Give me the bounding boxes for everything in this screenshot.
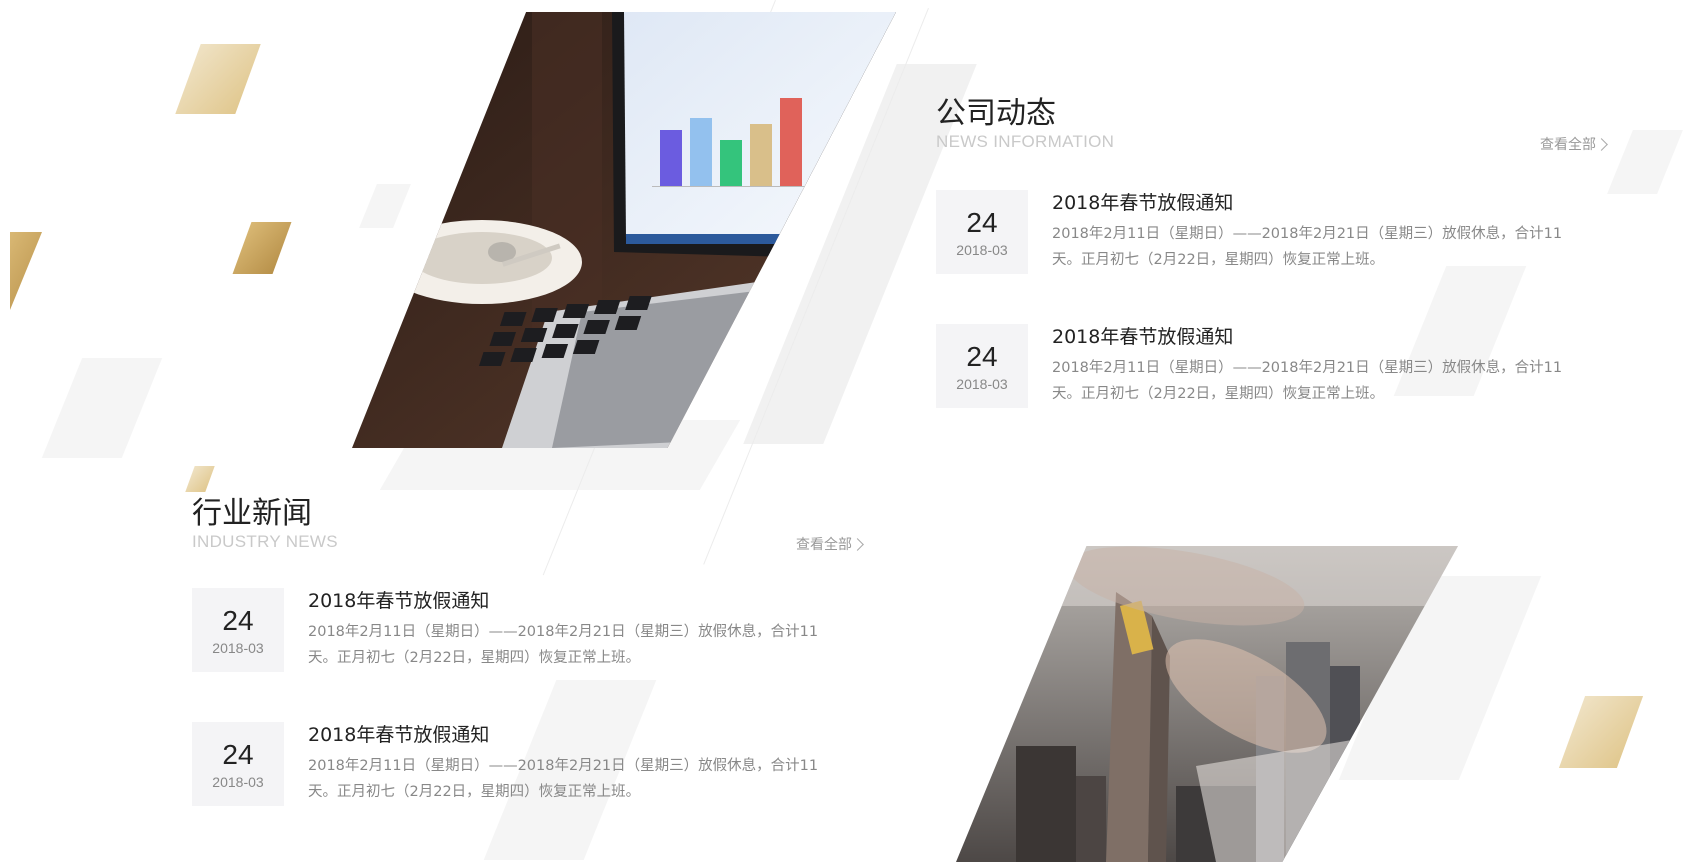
- news-body: 2018年春节放假通知 2018年2月11日（星期日）——2018年2月21日（…: [1052, 324, 1576, 408]
- view-all-label: 查看全部: [796, 537, 852, 553]
- chevron-right-icon: [851, 537, 864, 551]
- news-title-link[interactable]: 2018年春节放假通知: [1052, 190, 1576, 216]
- date-month: 2018-03: [956, 241, 1008, 258]
- decor-grey-parallelogram: [41, 358, 163, 458]
- date-day: 24: [222, 738, 254, 770]
- date-month: 2018-03: [956, 375, 1008, 392]
- industry-news-item[interactable]: 24 2018-03 2018年春节放假通知 2018年2月11日（星期日）——…: [192, 588, 832, 672]
- company-news-item[interactable]: 24 2018-03 2018年春节放假通知 2018年2月11日（星期日）——…: [936, 190, 1576, 274]
- company-news-item[interactable]: 24 2018-03 2018年春节放假通知 2018年2月11日（星期日）——…: [936, 324, 1576, 408]
- company-news-view-all-link[interactable]: 查看全部: [1540, 134, 1608, 154]
- date-box: 24 2018-03: [192, 722, 284, 806]
- news-body: 2018年春节放假通知 2018年2月11日（星期日）——2018年2月21日（…: [308, 722, 832, 806]
- chevron-right-icon: [1595, 137, 1608, 151]
- date-day: 24: [966, 206, 998, 238]
- news-description: 2018年2月11日（星期日）——2018年2月21日（星期三）放假休息，合计1…: [1052, 360, 1563, 402]
- decor-grey-parallelogram: [359, 184, 411, 228]
- industry-news-title: 行业新闻: [192, 496, 312, 531]
- news-body: 2018年春节放假通知 2018年2月11日（星期日）——2018年2月21日（…: [1052, 190, 1576, 274]
- news-page: 公司动态 NEWS INFORMATION 查看全部 24 2018-03 20…: [0, 0, 1696, 862]
- date-day: 24: [966, 340, 998, 372]
- decor-gold-parallelogram: [175, 44, 261, 114]
- date-box: 24 2018-03: [936, 324, 1028, 408]
- news-body: 2018年春节放假通知 2018年2月11日（星期日）——2018年2月21日（…: [308, 588, 832, 672]
- news-title-link[interactable]: 2018年春节放假通知: [308, 722, 832, 748]
- date-day: 24: [222, 604, 254, 636]
- company-news-subtitle: NEWS INFORMATION: [936, 132, 1115, 151]
- decor-gold-parallelogram: [1558, 696, 1644, 768]
- news-title-link[interactable]: 2018年春节放假通知: [308, 588, 832, 614]
- decor-grey-parallelogram: [1607, 130, 1683, 194]
- view-all-label: 查看全部: [1540, 137, 1596, 153]
- news-description: 2018年2月11日（星期日）——2018年2月21日（星期三）放假休息，合计1…: [308, 758, 819, 800]
- industry-news-subtitle: INDUSTRY NEWS: [192, 532, 338, 551]
- news-description: 2018年2月11日（星期日）——2018年2月21日（星期三）放假休息，合计1…: [1052, 226, 1563, 268]
- decor-gold-parallelogram: [232, 222, 292, 274]
- date-month: 2018-03: [212, 773, 264, 790]
- industry-news-view-all-link[interactable]: 查看全部: [796, 534, 864, 554]
- company-news-title: 公司动态: [936, 96, 1056, 131]
- news-description: 2018年2月11日（星期日）——2018年2月21日（星期三）放假休息，合计1…: [308, 624, 819, 666]
- date-month: 2018-03: [212, 639, 264, 656]
- news-title-link[interactable]: 2018年春节放假通知: [1052, 324, 1576, 350]
- date-box: 24 2018-03: [192, 588, 284, 672]
- decor-gold-triangle: [10, 232, 42, 310]
- industry-news-item[interactable]: 24 2018-03 2018年春节放假通知 2018年2月11日（星期日）——…: [192, 722, 832, 806]
- date-box: 24 2018-03: [936, 190, 1028, 274]
